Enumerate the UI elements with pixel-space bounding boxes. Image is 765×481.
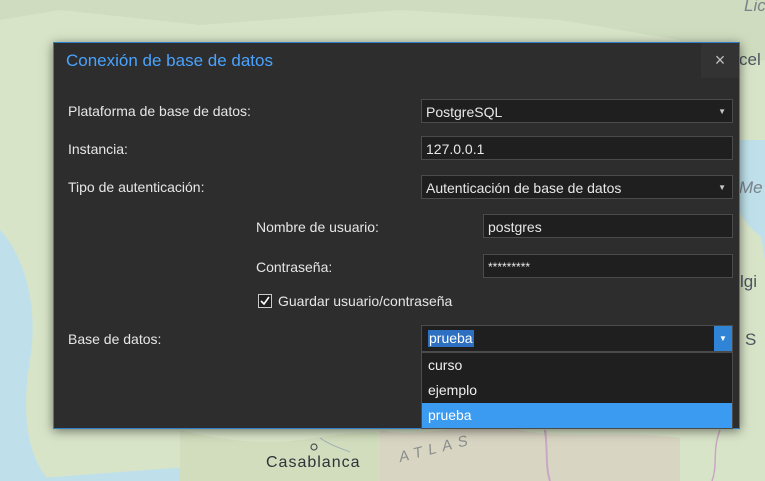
map-label-right-4: S — [745, 330, 757, 349]
database-option-prueba[interactable]: prueba — [422, 403, 732, 428]
check-icon — [260, 296, 270, 306]
database-option-curso[interactable]: curso — [422, 353, 732, 378]
chevron-down-icon: ▼ — [718, 107, 726, 116]
chevron-down-icon: ▼ — [718, 183, 726, 192]
database-connection-dialog: Conexión de base de datos × Plataforma d… — [53, 42, 740, 429]
password-label: Contraseña: — [256, 259, 333, 275]
instance-value: 127.0.0.1 — [426, 141, 485, 157]
auth-type-value: Autenticación de base de datos — [426, 180, 622, 196]
map-label-right-1: cel — [739, 50, 761, 69]
username-input[interactable]: postgres — [483, 214, 733, 238]
map-label-right-3: lgi — [740, 272, 758, 291]
close-icon: × — [714, 50, 726, 70]
map-label-casablanca: Casablanca — [266, 454, 361, 471]
save-credentials-checkbox[interactable] — [258, 294, 272, 308]
platform-select[interactable]: PostgreSQL ▼ — [421, 99, 733, 123]
database-label: Base de datos: — [68, 331, 162, 347]
database-dropdown-list: curso ejemplo prueba — [421, 352, 733, 429]
database-dropdown-button[interactable]: ▼ — [714, 326, 732, 351]
auth-type-label: Tipo de autenticación: — [68, 179, 205, 195]
instance-label: Instancia: — [68, 141, 128, 157]
database-select[interactable]: prueba ▼ — [421, 325, 733, 352]
dialog-title: Conexión de base de datos — [66, 51, 273, 70]
database-value: prueba — [428, 330, 474, 347]
password-value: ********* — [488, 260, 531, 274]
username-value: postgres — [488, 219, 542, 235]
close-button[interactable]: × — [701, 43, 739, 78]
save-credentials-label[interactable]: Guardar usuario/contraseña — [278, 293, 452, 309]
platform-label: Plataforma de base de datos: — [68, 103, 251, 119]
instance-input[interactable]: 127.0.0.1 — [421, 136, 733, 160]
platform-value: PostgreSQL — [426, 104, 503, 120]
auth-type-select[interactable]: Autenticación de base de datos ▼ — [421, 175, 733, 199]
chevron-down-icon: ▼ — [719, 334, 727, 343]
password-input[interactable]: ********* — [483, 254, 733, 278]
database-option-ejemplo[interactable]: ejemplo — [422, 378, 732, 403]
username-label: Nombre de usuario: — [256, 219, 379, 235]
map-label-right-2: Me — [739, 178, 763, 197]
map-label-top-right: Lic — [744, 0, 765, 15]
